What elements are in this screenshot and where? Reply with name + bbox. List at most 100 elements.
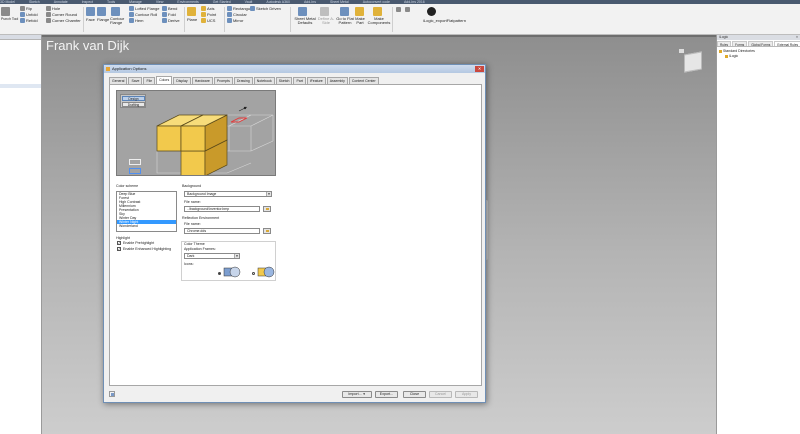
- browser-tab[interactable]: Rules: [717, 41, 732, 47]
- background-file-name-input[interactable]: ..\background\inventor.bmp: [184, 206, 260, 212]
- corner-round-button[interactable]: Corner Round: [46, 12, 77, 18]
- contour-roll-button[interactable]: Contour Roll: [129, 12, 157, 18]
- icons-theme-radio-2[interactable]: [252, 272, 255, 275]
- dialog-close-button[interactable]: ✕: [475, 66, 484, 72]
- make-part-button[interactable]: [355, 7, 365, 16]
- face-label: Face: [86, 17, 95, 22]
- corner-chamfer-button[interactable]: Corner Chamfer: [46, 18, 81, 24]
- addin-dropdown-2[interactable]: [405, 7, 411, 13]
- circular-pattern-button[interactable]: Circular: [227, 12, 247, 18]
- dialog-tab[interactable]: Drawing: [233, 77, 253, 84]
- colors-tab-panel: Design Drafting Color scheme Deep Blue F…: [109, 84, 482, 386]
- tree-item-ilogic[interactable]: iLogic: [719, 54, 798, 59]
- sheet-metal-defaults-button[interactable]: [298, 7, 308, 16]
- close-button[interactable]: Close: [403, 391, 426, 398]
- dialog-tab[interactable]: Part: [293, 77, 306, 84]
- enable-prehighlight-checkbox[interactable]: ✓ Enable Prehighlight: [117, 241, 154, 246]
- apply-button[interactable]: Apply: [455, 391, 478, 398]
- dialog-tab[interactable]: Content Center: [348, 77, 379, 84]
- hem-icon: [129, 18, 134, 24]
- dialog-tab[interactable]: iFeature: [306, 77, 326, 84]
- go-to-flat-pattern-button[interactable]: [340, 7, 350, 16]
- refold-button[interactable]: Refold: [20, 18, 38, 24]
- close-icon[interactable]: ×: [796, 35, 798, 40]
- sketch-driven-pattern-button[interactable]: Sketch Driven: [250, 6, 281, 12]
- punch-tool-label: Punch Tool: [1, 17, 19, 21]
- dialog-tab[interactable]: Assembly: [326, 77, 348, 84]
- background-type-select[interactable]: Background Image ▼: [184, 191, 272, 197]
- list-item[interactable]: Wonderland: [117, 224, 176, 228]
- dialog-tab[interactable]: Prompts: [213, 77, 233, 84]
- derive-button[interactable]: Derive: [162, 18, 180, 24]
- preview-icon-selected: [129, 168, 141, 174]
- ilogic-export-button[interactable]: [427, 7, 437, 16]
- dialog-tab[interactable]: General: [109, 77, 128, 84]
- axis-button[interactable]: Axis: [201, 6, 215, 12]
- dialog-tab[interactable]: Sketch: [275, 77, 293, 84]
- lofted-flange-button[interactable]: Lofted Flange: [129, 6, 159, 12]
- corner-chamfer-icon: [46, 18, 51, 24]
- background-browse-button[interactable]: [263, 206, 271, 212]
- ribbon-separator: [83, 7, 84, 32]
- unfold-icon: [20, 12, 25, 18]
- dialog-tab[interactable]: Notebook: [253, 77, 275, 84]
- dialog-tab[interactable]: Colors: [156, 76, 173, 84]
- help-icon[interactable]: [109, 391, 115, 397]
- browser-tab[interactable]: External Rules: [774, 41, 800, 47]
- make-components-button[interactable]: [373, 7, 383, 16]
- browser-tab[interactable]: Global Forms: [748, 41, 774, 47]
- define-a-side-button[interactable]: [320, 7, 330, 16]
- make-components-icon: [373, 7, 382, 16]
- enable-enhanced-highlighting-checkbox[interactable]: ✓ Enable Enhanced Highlighting: [117, 247, 171, 252]
- plane-button[interactable]: [187, 7, 197, 16]
- left-pane-row[interactable]: [0, 84, 41, 88]
- make-part-icon: [355, 7, 364, 16]
- browser-tab[interactable]: Forms: [732, 41, 748, 47]
- reflection-file-name-input[interactable]: Chrome.dds: [184, 228, 260, 234]
- contour-flange-button[interactable]: [111, 7, 121, 16]
- rip-button[interactable]: Rip: [20, 6, 32, 12]
- icons-theme-radio-1[interactable]: [218, 272, 221, 275]
- ilogic-icon: [427, 7, 436, 16]
- dialog-tab[interactable]: Hardware: [191, 77, 213, 84]
- chevron-down-icon: ▼: [266, 192, 271, 196]
- ilogic-export-label: iLogic_exportFlatpattern: [423, 18, 466, 23]
- cancel-button[interactable]: Cancel: [429, 391, 452, 398]
- folder-icon: [725, 54, 728, 58]
- dialog-tab[interactable]: File: [143, 77, 156, 84]
- model-browser-left: [0, 35, 42, 434]
- hem-button[interactable]: Hem: [129, 18, 143, 24]
- unfold-button[interactable]: Unfold: [20, 12, 38, 18]
- bend-button[interactable]: Bend: [162, 6, 177, 12]
- import-button[interactable]: Import... ▼: [342, 391, 372, 398]
- dialog-tab[interactable]: Display: [173, 77, 191, 84]
- punch-tool-button[interactable]: [1, 7, 11, 16]
- corner-round-icon: [46, 12, 51, 18]
- mirror-icon: [227, 18, 232, 24]
- dialog-tab[interactable]: Save: [128, 77, 143, 84]
- point-icon: [201, 12, 206, 18]
- graphics-tab-bar: [42, 35, 716, 37]
- fold-button[interactable]: Fold: [162, 12, 176, 18]
- home-icon[interactable]: [679, 49, 684, 53]
- application-frames-select[interactable]: Dark ▼: [184, 253, 240, 259]
- checkbox-box[interactable]: ✓: [117, 247, 121, 252]
- hole-button[interactable]: Hole: [46, 6, 60, 12]
- mirror-button[interactable]: Mirror: [227, 18, 243, 24]
- plane-label: Plane: [187, 17, 198, 22]
- settings-icon: [405, 7, 410, 13]
- color-scheme-list[interactable]: Deep Blue Forest High Contrast Millennium Pr…: [116, 191, 177, 232]
- icons-label: Icons:: [184, 262, 194, 266]
- dialog-titlebar[interactable]: Application Options ✕: [104, 65, 485, 73]
- ucs-button[interactable]: UCS: [201, 18, 215, 24]
- app-icon: [106, 67, 110, 71]
- viewcube[interactable]: [684, 51, 702, 73]
- point-button[interactable]: Point: [201, 12, 216, 18]
- addin-dropdown[interactable]: [396, 7, 402, 13]
- reflection-browse-button[interactable]: [263, 228, 271, 234]
- flange-button[interactable]: [97, 7, 107, 16]
- face-button[interactable]: [86, 7, 96, 16]
- export-button[interactable]: Export...: [375, 391, 398, 398]
- checkbox-box[interactable]: ✓: [117, 241, 121, 246]
- dialog-footer: Import... ▼ Export... Close Cancel Apply: [104, 387, 485, 402]
